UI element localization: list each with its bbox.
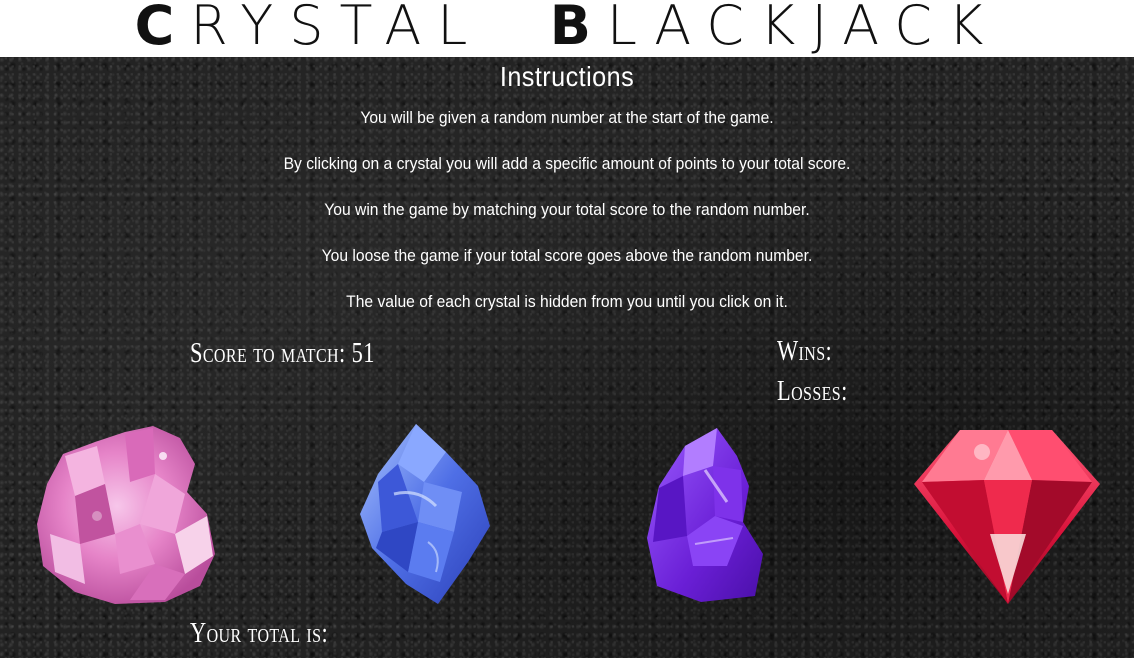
instructions-heading: Instructions	[499, 61, 635, 92]
your-total: Your total is:	[190, 618, 328, 650]
pink-crystal-icon	[37, 426, 215, 604]
red-diamond-icon	[914, 430, 1100, 604]
crystal-blackjack-page: CRYSTAL BLACKJACK Instructions You will …	[0, 0, 1134, 658]
instruction-line: You loose the game if your total score g…	[321, 246, 813, 265]
instruction-line: You will be given a random number at the…	[360, 108, 774, 127]
wins-counter: Wins:	[777, 336, 832, 368]
page-title: CRYSTAL BLACKJACK	[134, 0, 1000, 57]
blue-crystal[interactable]	[358, 422, 492, 606]
red-diamond-crystal[interactable]	[912, 424, 1102, 606]
pink-amethyst-crystal[interactable]	[35, 424, 217, 606]
instruction-line: You win the game by matching your total …	[324, 200, 810, 219]
instruction-line: The value of each crystal is hidden from…	[346, 292, 788, 311]
losses-counter: Losses:	[777, 376, 848, 408]
purple-crystal-icon	[647, 428, 763, 602]
instructions-section: Instructions You will be given a random …	[0, 60, 1134, 311]
purple-crystal[interactable]	[645, 426, 773, 602]
score-to-match: Score to match: 51	[190, 338, 375, 370]
header-banner: CRYSTAL BLACKJACK	[0, 0, 1134, 57]
score-to-match-label: Score to match:	[190, 338, 346, 369]
score-to-match-value: 51	[351, 338, 375, 369]
instruction-line: By clicking on a crystal you will add a …	[283, 154, 851, 173]
blue-crystal-icon	[360, 424, 490, 604]
your-total-label: Your total is:	[190, 618, 329, 649]
wins-label: Wins:	[777, 336, 833, 367]
losses-label: Losses:	[777, 376, 848, 407]
